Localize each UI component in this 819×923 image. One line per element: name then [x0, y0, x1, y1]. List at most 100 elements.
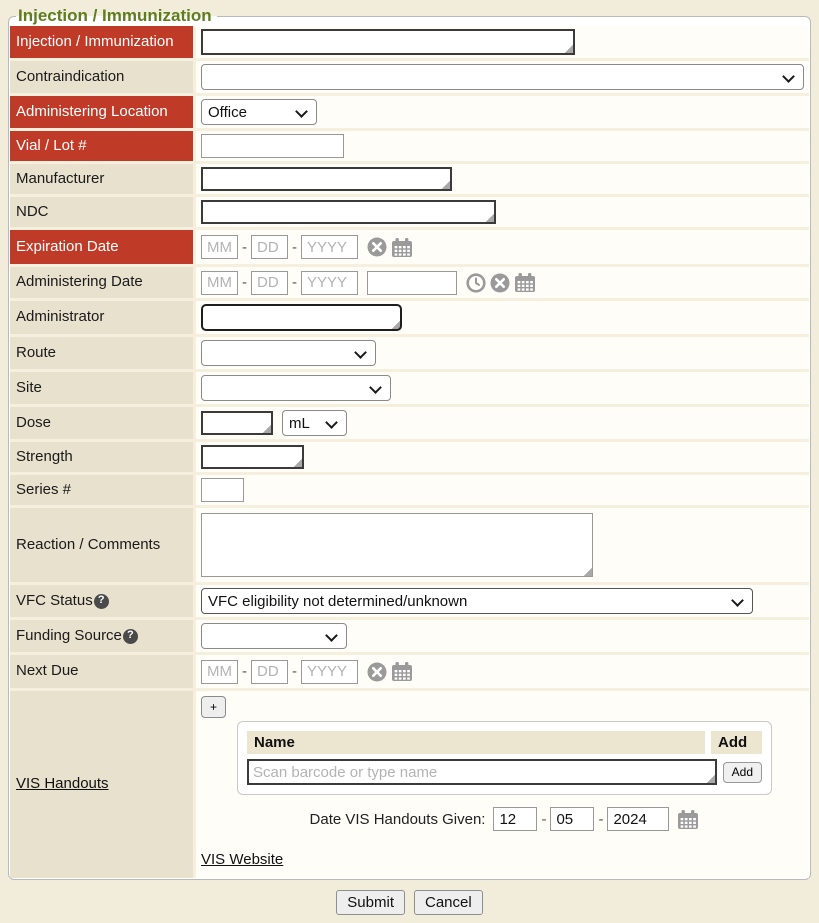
row-funding-source: Funding Source?: [10, 620, 809, 655]
next-due-clear-icon[interactable]: [367, 662, 387, 682]
administering-mm-input[interactable]: [201, 271, 238, 295]
expiration-mm-input[interactable]: [201, 235, 238, 259]
administrator-input[interactable]: [201, 304, 402, 331]
site-label: Site: [10, 372, 196, 404]
vis-handouts-link[interactable]: VIS Handouts: [16, 775, 109, 794]
route-select-wrap: [201, 340, 376, 366]
date-separator: -: [242, 663, 247, 680]
row-vis-handouts: VIS Handouts + Name Add Add Date VIS Han…: [10, 691, 809, 878]
administering-calendar-icon[interactable]: [514, 272, 536, 293]
vis-date-yyyy-input[interactable]: [607, 807, 669, 831]
vis-expand-button[interactable]: +: [201, 696, 226, 718]
injection-label: Injection / Immunization: [10, 26, 196, 58]
administering-date-label: Administering Date: [10, 267, 196, 298]
vis-name-column-header: Name: [247, 731, 705, 754]
expiration-date-label: Expiration Date: [10, 230, 196, 264]
row-administering-date: Administering Date - -: [10, 267, 809, 301]
injection-input[interactable]: [201, 29, 575, 55]
ndc-label: NDC: [10, 197, 196, 227]
strength-label: Strength: [10, 442, 196, 472]
submit-button[interactable]: Submit: [336, 890, 405, 915]
funding-source-select-wrap: [201, 623, 347, 649]
administering-clear-icon[interactable]: [490, 273, 510, 293]
row-vfc-status: VFC Status? VFC eligibility not determin…: [10, 585, 809, 620]
route-label: Route: [10, 337, 196, 369]
dose-label: Dose: [10, 407, 196, 439]
contraindication-select[interactable]: [201, 64, 804, 90]
row-series: Series #: [10, 475, 809, 508]
series-input[interactable]: [201, 478, 244, 502]
row-manufacturer: Manufacturer: [10, 164, 809, 197]
contraindication-select-wrap: [201, 64, 804, 90]
next-due-yyyy-input[interactable]: [301, 660, 358, 684]
next-due-label: Next Due: [10, 655, 196, 688]
vis-add-button[interactable]: Add: [723, 762, 762, 783]
vfc-status-select-wrap: VFC eligibility not determined/unknown: [201, 588, 753, 614]
row-administering-location: Administering Location Office: [10, 96, 809, 131]
cancel-button[interactable]: Cancel: [414, 890, 483, 915]
vfc-status-help-icon[interactable]: ?: [94, 594, 109, 609]
vial-lot-label: Vial / Lot #: [10, 131, 196, 161]
vis-scan-input[interactable]: [247, 759, 717, 785]
route-select[interactable]: [201, 340, 376, 366]
vis-add-column-header: Add: [711, 731, 762, 754]
row-site: Site: [10, 372, 809, 407]
administering-clock-icon[interactable]: [466, 273, 486, 293]
vial-lot-input[interactable]: [201, 134, 344, 158]
next-due-dd-input[interactable]: [251, 660, 288, 684]
reaction-textarea[interactable]: [201, 513, 593, 577]
reaction-label: Reaction / Comments: [10, 508, 196, 582]
ndc-input[interactable]: [201, 200, 496, 224]
row-vial-lot: Vial / Lot #: [10, 131, 809, 164]
vis-date-mm-input[interactable]: [493, 807, 537, 831]
form-title: Injection / Immunization: [16, 6, 217, 26]
administering-time-input[interactable]: [367, 271, 457, 295]
manufacturer-label: Manufacturer: [10, 164, 196, 194]
row-reaction: Reaction / Comments: [10, 508, 809, 585]
vfc-status-label: VFC Status?: [10, 585, 196, 617]
administrator-label: Administrator: [10, 301, 196, 334]
strength-input[interactable]: [201, 445, 304, 469]
dose-unit-select[interactable]: mL: [282, 410, 347, 436]
row-dose: Dose mL: [10, 407, 809, 442]
site-select[interactable]: [201, 375, 391, 401]
vfc-status-select[interactable]: VFC eligibility not determined/unknown: [201, 588, 753, 614]
date-separator: -: [242, 274, 247, 291]
vis-handouts-label: VIS Handouts: [10, 691, 196, 878]
expiration-calendar-icon[interactable]: [391, 237, 413, 258]
form-actions: Submit Cancel: [0, 880, 819, 923]
row-strength: Strength: [10, 442, 809, 475]
expiration-clear-icon[interactable]: [367, 237, 387, 257]
administering-yyyy-input[interactable]: [301, 271, 358, 295]
date-separator: -: [242, 239, 247, 256]
next-due-mm-input[interactable]: [201, 660, 238, 684]
administering-dd-input[interactable]: [251, 271, 288, 295]
expiration-dd-input[interactable]: [251, 235, 288, 259]
vis-website-link[interactable]: VIS Website: [201, 851, 283, 868]
site-select-wrap: [201, 375, 391, 401]
row-route: Route: [10, 337, 809, 372]
injection-immunization-form: Injection / Immunization Injection / Imm…: [8, 6, 811, 880]
series-label: Series #: [10, 475, 196, 505]
expiration-yyyy-input[interactable]: [301, 235, 358, 259]
manufacturer-input[interactable]: [201, 167, 452, 191]
row-next-due: Next Due - -: [10, 655, 809, 691]
dose-unit-select-wrap: mL: [282, 410, 347, 436]
administering-location-select-wrap: Office: [201, 99, 317, 125]
row-injection: Injection / Immunization: [10, 26, 809, 61]
funding-source-label: Funding Source?: [10, 620, 196, 652]
vis-date-calendar-icon[interactable]: [677, 809, 699, 830]
funding-source-select[interactable]: [201, 623, 347, 649]
vis-handouts-box: Name Add Add: [237, 721, 772, 795]
row-contraindication: Contraindication: [10, 61, 809, 96]
administering-location-select[interactable]: Office: [201, 99, 317, 125]
next-due-calendar-icon[interactable]: [391, 661, 413, 682]
date-separator: -: [292, 239, 297, 256]
row-administrator: Administrator: [10, 301, 809, 337]
row-ndc: NDC: [10, 197, 809, 230]
row-expiration-date: Expiration Date - -: [10, 230, 809, 267]
dose-input[interactable]: [201, 411, 273, 435]
date-separator: -: [292, 274, 297, 291]
funding-source-help-icon[interactable]: ?: [123, 629, 138, 644]
vis-date-dd-input[interactable]: [550, 807, 594, 831]
